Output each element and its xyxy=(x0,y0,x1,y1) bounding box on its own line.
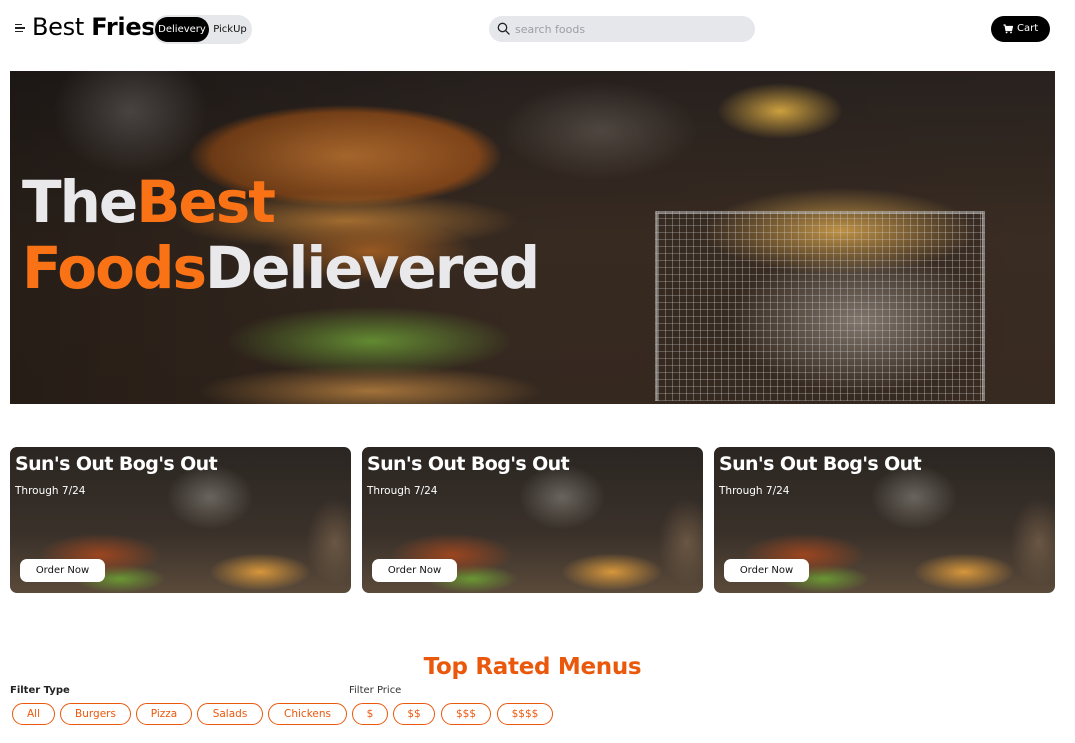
filter-chip-price-1[interactable]: $ xyxy=(352,703,388,725)
hamburger-menu-icon[interactable] xyxy=(15,24,25,34)
promo-card: Sun's Out Bog's Out Through 7/24 Order N… xyxy=(10,447,351,593)
hero-banner: TheBest FoodsDelievered xyxy=(10,71,1055,404)
filter-chip-pizza[interactable]: Pizza xyxy=(136,703,192,725)
filter-chip-salads[interactable]: Salads xyxy=(197,703,263,725)
search-bar xyxy=(489,16,755,42)
promo-title: Sun's Out Bog's Out xyxy=(367,453,570,475)
brand-logo[interactable]: Best Fries xyxy=(32,13,156,41)
hero-headline: TheBest FoodsDelievered xyxy=(22,169,540,302)
promo-subtitle: Through 7/24 xyxy=(719,485,790,497)
cart-button[interactable]: Cart xyxy=(991,16,1050,42)
filter-chip-all[interactable]: All xyxy=(12,703,55,725)
search-icon xyxy=(497,22,510,35)
order-now-button[interactable]: Order Now xyxy=(372,559,457,582)
promo-subtitle: Through 7/24 xyxy=(15,485,86,497)
filter-chip-price-3[interactable]: $$$ xyxy=(441,703,491,725)
promo-title: Sun's Out Bog's Out xyxy=(719,453,922,475)
filter-price-label: Filter Price xyxy=(349,685,402,696)
filter-type-label: Filter Type xyxy=(10,685,70,696)
delivery-option[interactable]: Delievery xyxy=(155,17,209,42)
hero-word-best: Best xyxy=(136,168,276,236)
promo-subtitle: Through 7/24 xyxy=(367,485,438,497)
filter-chip-price-2[interactable]: $$ xyxy=(393,703,435,725)
search-input[interactable] xyxy=(515,16,747,42)
brand-name-bold: Fries xyxy=(91,13,156,41)
cart-icon xyxy=(1003,24,1013,34)
pickup-option[interactable]: PickUp xyxy=(210,17,250,42)
top-nav: Best Fries Delievery PickUp Cart xyxy=(0,0,1075,58)
filter-chip-burgers[interactable]: Burgers xyxy=(60,703,131,725)
brand-name-light: Best xyxy=(32,13,84,41)
promo-title: Sun's Out Bog's Out xyxy=(15,453,218,475)
hero-line-1: TheBest xyxy=(22,169,538,235)
filter-chip-price-4[interactable]: $$$$ xyxy=(497,703,553,725)
hero-line-2: FoodsDelievered xyxy=(22,234,540,302)
order-now-button[interactable]: Order Now xyxy=(724,559,809,582)
promo-card: Sun's Out Bog's Out Through 7/24 Order N… xyxy=(714,447,1055,593)
hero-word-delievered: Delievered xyxy=(205,234,540,302)
promo-card: Sun's Out Bog's Out Through 7/24 Order N… xyxy=(362,447,703,593)
order-now-button[interactable]: Order Now xyxy=(20,559,105,582)
top-rated-menus-title: Top Rated Menus xyxy=(423,654,642,680)
hero-word-the: The xyxy=(22,168,138,236)
delivery-pickup-toggle: Delievery PickUp xyxy=(153,15,252,44)
cart-label: Cart xyxy=(1017,23,1039,34)
hero-word-foods: Foods xyxy=(22,234,207,302)
filter-chip-chickens[interactable]: Chickens xyxy=(268,703,347,725)
